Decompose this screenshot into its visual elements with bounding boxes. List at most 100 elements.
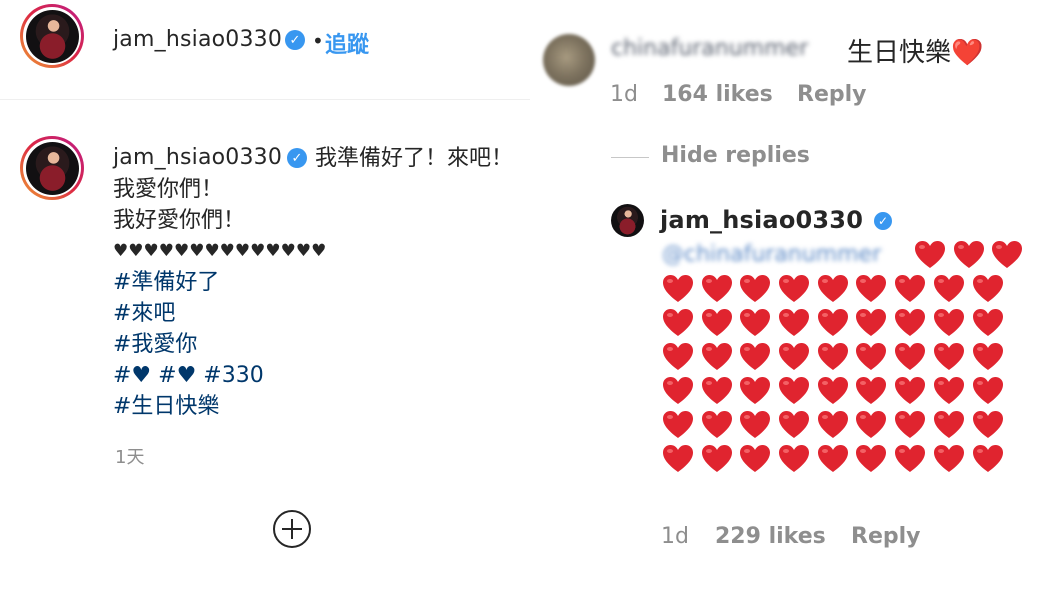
red-heart-icon (893, 340, 927, 374)
red-heart-icon (971, 340, 1005, 374)
red-heart-icon (971, 272, 1005, 306)
caption-username[interactable]: jam_hsiao0330 (113, 145, 282, 170)
commenter-avatar[interactable] (543, 34, 595, 86)
red-heart-icon (971, 374, 1005, 408)
red-heart-icon (816, 272, 850, 306)
red-heart-icon (854, 272, 888, 306)
red-heart-icon (932, 408, 966, 442)
red-heart-icon (971, 306, 1005, 340)
avatar-photo (25, 141, 79, 195)
header-divider (0, 99, 530, 100)
verified-badge-icon: ✓ (285, 30, 305, 50)
comment-reply-button[interactable]: Reply (797, 82, 867, 107)
red-heart-icon (777, 306, 811, 340)
red-heart-icon (738, 442, 772, 476)
red-heart-icon (661, 306, 695, 340)
reply-mention[interactable]: @chinafuranummer (662, 242, 881, 267)
heart-row (661, 442, 1009, 476)
red-heart-icon (738, 340, 772, 374)
red-heart-icon (738, 408, 772, 442)
red-heart-icon (854, 306, 888, 340)
heart-row (661, 408, 1009, 442)
avatar-photo (25, 9, 79, 63)
reply-avatar[interactable] (611, 204, 644, 237)
red-heart-icon (893, 306, 927, 340)
red-heart-icon (700, 306, 734, 340)
red-heart-icon (738, 306, 772, 340)
reply-likes[interactable]: 229 likes (715, 524, 826, 549)
red-heart-icon (738, 272, 772, 306)
red-heart-icon (854, 442, 888, 476)
hashtag-link[interactable]: #來吧 (113, 298, 326, 329)
red-heart-icon (816, 306, 850, 340)
red-heart-icon (932, 374, 966, 408)
red-heart-icon (738, 374, 772, 408)
red-heart-icon (661, 374, 695, 408)
red-heart-icon (990, 238, 1024, 272)
heart-row (913, 238, 1029, 272)
verified-badge-icon: ✓ (287, 148, 307, 168)
separator-dot: • (312, 29, 324, 53)
heart-row (661, 272, 1009, 306)
post-time[interactable]: 1天 (115, 443, 144, 469)
red-heart-icon (700, 340, 734, 374)
caption-hearts: ♥♥♥♥♥♥♥♥♥♥♥♥♥♥ (113, 241, 327, 261)
hashtag-link[interactable]: #生日快樂 (113, 391, 326, 422)
hide-replies-button[interactable]: Hide replies (661, 143, 810, 168)
red-heart-icon (932, 306, 966, 340)
red-heart-icon (971, 442, 1005, 476)
post-header-username[interactable]: jam_hsiao0330 (113, 27, 282, 52)
follow-button[interactable]: 追蹤 (325, 27, 369, 59)
reply-time[interactable]: 1d (661, 524, 689, 549)
red-heart-icon (700, 408, 734, 442)
post-header-avatar[interactable] (20, 4, 84, 68)
red-heart-icon (893, 408, 927, 442)
heart-row (661, 374, 1009, 408)
red-heart-icon (893, 272, 927, 306)
red-heart-icon (893, 442, 927, 476)
red-heart-icon (952, 238, 986, 272)
red-heart-icon (816, 340, 850, 374)
red-heart-icon (932, 272, 966, 306)
caption-body: 我愛你們！ 我好愛你們！ ♥♥♥♥♥♥♥♥♥♥♥♥♥♥ #準備好了 #來吧 #我… (113, 174, 326, 422)
heart-row (661, 340, 1009, 374)
red-heart-icon (777, 442, 811, 476)
red-heart-icon (700, 374, 734, 408)
red-heart-icon (971, 408, 1005, 442)
red-heart-icon (854, 340, 888, 374)
red-heart-icon (854, 374, 888, 408)
heart-row (661, 306, 1009, 340)
red-heart-icon (816, 374, 850, 408)
plus-circle-icon[interactable] (272, 509, 312, 549)
hashtag-link[interactable]: #準備好了 (113, 267, 326, 298)
red-heart-icon (661, 340, 695, 374)
red-heart-icon (661, 442, 695, 476)
red-heart-icon (661, 408, 695, 442)
red-heart-icon (777, 340, 811, 374)
verified-badge-icon: ✓ (874, 212, 892, 230)
comment-likes[interactable]: 164 likes (662, 82, 773, 107)
hashtag-link[interactable]: #我愛你 (113, 329, 326, 360)
red-heart-icon (777, 272, 811, 306)
red-heart-icon (816, 408, 850, 442)
red-heart-icon (913, 238, 947, 272)
red-heart-icon (777, 374, 811, 408)
red-heart-icon (816, 442, 850, 476)
commenter-username[interactable]: chinafuranummer (611, 36, 808, 61)
caption-avatar[interactable] (20, 136, 84, 200)
red-heart-icon (777, 408, 811, 442)
hide-replies-line (611, 157, 649, 158)
comment-time[interactable]: 1d (610, 82, 638, 107)
reply-username[interactable]: jam_hsiao0330 (660, 206, 863, 234)
red-heart-icon (700, 272, 734, 306)
red-heart-icon (700, 442, 734, 476)
caption-first-line: 我準備好了！來吧！ (315, 146, 514, 171)
red-heart-icon (932, 340, 966, 374)
red-heart-icon (893, 374, 927, 408)
hashtag-link[interactable]: #♥ #♥ #330 (113, 360, 326, 391)
red-heart-icon (854, 408, 888, 442)
reply-reply-button[interactable]: Reply (851, 524, 921, 549)
caption-line: 我愛你們！ (113, 177, 224, 202)
red-heart-icon (661, 272, 695, 306)
red-heart-icon (932, 442, 966, 476)
